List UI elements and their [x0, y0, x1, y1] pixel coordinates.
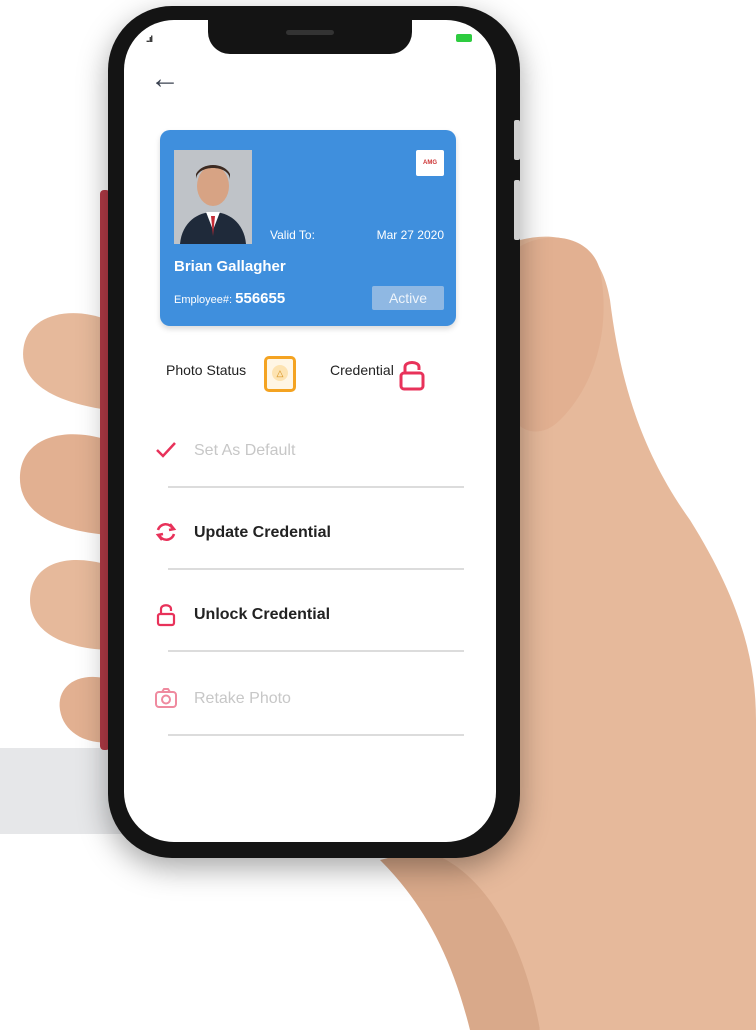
signal-icon: ..ıl	[146, 34, 153, 44]
employee-id-number: 556655	[235, 290, 286, 307]
unlocked-padlock-icon[interactable]	[398, 358, 426, 392]
valid-to-label: Valid To:	[270, 228, 315, 242]
divider	[168, 734, 464, 736]
update-credential-label: Update Credential	[194, 524, 331, 541]
valid-to-date: Mar 27 2020	[376, 228, 444, 242]
speaker	[286, 30, 334, 35]
divider	[168, 650, 464, 652]
company-logo: AMG	[416, 150, 444, 176]
camera-icon	[155, 688, 177, 708]
side-button	[514, 120, 520, 160]
divider	[168, 568, 464, 570]
set-default-label: Set As Default	[194, 442, 296, 459]
notch	[208, 20, 412, 54]
refresh-icon	[155, 523, 177, 541]
battery-icon	[456, 34, 472, 42]
id-card: AMG Valid To: Mar 27 2020 Brian Gallaghe…	[160, 130, 456, 326]
back-arrow-icon[interactable]: ←	[150, 64, 180, 94]
checkmark-icon	[156, 442, 176, 458]
status-badge: Active	[372, 286, 444, 310]
padlock-icon	[156, 604, 176, 627]
warning-bell-icon[interactable]: △	[264, 356, 296, 392]
divider	[168, 486, 464, 488]
employee-name: Brian Gallagher	[174, 258, 286, 275]
employee-id: Employee#: 556655	[174, 290, 285, 307]
credential-label: Credential	[330, 362, 394, 378]
retake-photo-label: Retake Photo	[194, 690, 291, 707]
employee-photo	[174, 150, 252, 244]
unlock-credential-label: Unlock Credential	[194, 606, 331, 623]
side-button	[514, 180, 520, 240]
photo-status-label: Photo Status	[166, 362, 247, 378]
employee-id-label: Employee#:	[174, 294, 233, 306]
phone-screen: ..ıl ← AMG Valid To: Mar 27 2020 Brian G…	[124, 20, 496, 842]
